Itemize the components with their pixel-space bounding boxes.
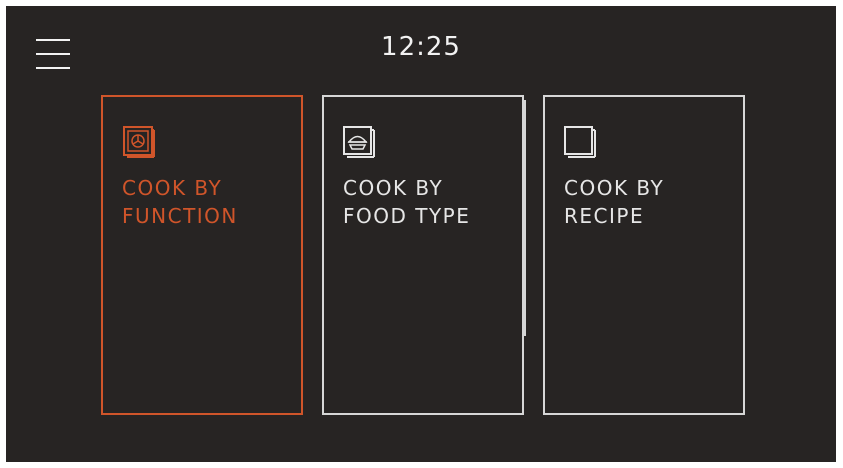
- recipe-book-icon: [562, 124, 598, 160]
- oven-display: 12:25 COOK BY FUNCTION COOK BY FOOD TYPE…: [6, 6, 836, 462]
- card-label: COOK BY FOOD TYPE: [343, 176, 471, 228]
- cook-by-recipe-card[interactable]: COOK BY RECIPE: [543, 95, 745, 415]
- cook-by-food-type-card[interactable]: COOK BY FOOD TYPE: [322, 95, 524, 415]
- scrollbar[interactable]: [523, 100, 526, 336]
- clock: 12:25: [381, 32, 461, 62]
- card-label: COOK BY FUNCTION: [122, 176, 238, 228]
- cook-by-function-card[interactable]: COOK BY FUNCTION: [101, 95, 303, 415]
- card-label: COOK BY RECIPE: [564, 176, 665, 228]
- food-dish-icon: [341, 124, 377, 160]
- oven-function-icon: [120, 124, 156, 160]
